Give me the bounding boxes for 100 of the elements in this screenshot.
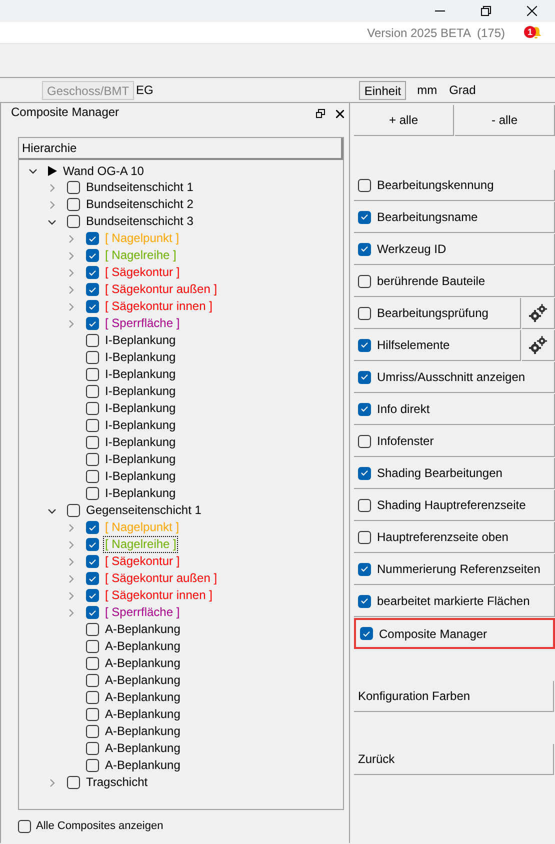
checkbox[interactable] bbox=[86, 691, 99, 704]
tree-item[interactable]: A-Beplankung bbox=[103, 706, 182, 723]
checkbox[interactable] bbox=[86, 300, 99, 313]
option-toggle[interactable]: Nummerierung Referenzseiten bbox=[354, 554, 555, 585]
option-toggle[interactable]: Info direkt bbox=[354, 394, 555, 425]
checkbox[interactable] bbox=[86, 759, 99, 772]
option-toggle[interactable]: Werkzeug ID bbox=[354, 234, 555, 265]
option-toggle[interactable]: Bearbeitungsprüfung bbox=[354, 298, 521, 329]
tree-item[interactable]: A-Beplankung bbox=[103, 621, 182, 638]
checkbox[interactable] bbox=[358, 402, 371, 416]
checkbox[interactable] bbox=[358, 434, 371, 448]
checkbox[interactable] bbox=[86, 317, 99, 330]
checkbox[interactable] bbox=[358, 562, 371, 576]
checkbox[interactable] bbox=[86, 487, 99, 500]
tree-item[interactable]: Wand OG-A 10 bbox=[63, 162, 144, 180]
option-toggle[interactable]: Umriss/Ausschnitt anzeigen bbox=[354, 362, 555, 393]
checkbox[interactable] bbox=[358, 210, 371, 224]
checkbox[interactable] bbox=[358, 370, 371, 384]
tree-item[interactable]: I-Beplankung bbox=[103, 383, 178, 400]
checkbox[interactable] bbox=[358, 338, 371, 352]
tree-item[interactable]: A-Beplankung bbox=[103, 689, 182, 706]
tree-item[interactable]: [ Sperrfläche ] bbox=[103, 604, 182, 621]
checkbox[interactable] bbox=[86, 232, 99, 245]
tree-item[interactable]: [ Sägekontur innen ] bbox=[103, 298, 214, 315]
option-toggle[interactable]: bearbeitet markierte Flächen bbox=[354, 586, 555, 617]
option-toggle[interactable]: Shading Bearbeitungen bbox=[354, 458, 555, 489]
deselect-all-button[interactable]: - alle bbox=[455, 105, 555, 136]
checkbox[interactable] bbox=[18, 820, 31, 833]
checkbox[interactable] bbox=[67, 181, 80, 194]
tree-item[interactable]: [ Sägekontur außen ] bbox=[103, 570, 220, 587]
checkbox[interactable] bbox=[86, 555, 99, 568]
back-button[interactable]: Zurück bbox=[354, 744, 554, 775]
collapse-chevron-icon[interactable] bbox=[29, 166, 37, 174]
checkbox[interactable] bbox=[86, 589, 99, 602]
tree-item[interactable]: A-Beplankung bbox=[103, 757, 182, 774]
tree-item[interactable]: I-Beplankung bbox=[103, 468, 178, 485]
tree-item[interactable]: [ Sägekontur ] bbox=[103, 553, 182, 570]
maximize-icon[interactable] bbox=[481, 6, 491, 16]
checkbox[interactable] bbox=[86, 266, 99, 279]
checkbox-label[interactable]: Alle Composites anzeigen bbox=[36, 818, 164, 834]
restore-icon[interactable] bbox=[316, 109, 325, 118]
checkbox[interactable] bbox=[358, 466, 371, 480]
checkbox[interactable] bbox=[86, 674, 99, 687]
collapse-chevron-icon[interactable] bbox=[48, 218, 56, 226]
checkbox[interactable] bbox=[67, 215, 80, 228]
checkbox[interactable] bbox=[86, 402, 99, 415]
checkbox[interactable] bbox=[86, 640, 99, 653]
tree-item[interactable]: A-Beplankung bbox=[103, 723, 182, 740]
checkbox[interactable] bbox=[358, 306, 371, 320]
tree-item[interactable]: [ Sägekontur innen ] bbox=[103, 587, 214, 604]
checkbox[interactable] bbox=[358, 498, 371, 512]
checkbox[interactable] bbox=[67, 504, 80, 517]
tree-item[interactable]: I-Beplankung bbox=[103, 349, 178, 366]
option-toggle[interactable]: Composite Manager bbox=[354, 618, 555, 649]
checkbox[interactable] bbox=[86, 708, 99, 721]
checkbox[interactable] bbox=[358, 594, 371, 608]
tree-item[interactable]: [ Sägekontur ] bbox=[103, 264, 182, 281]
option-toggle[interactable]: Bearbeitungsname bbox=[354, 202, 555, 233]
checkbox[interactable] bbox=[86, 385, 99, 398]
checkbox[interactable] bbox=[86, 419, 99, 432]
tree-item[interactable]: I-Beplankung bbox=[103, 400, 178, 417]
checkbox[interactable] bbox=[67, 198, 80, 211]
checkbox[interactable] bbox=[86, 351, 99, 364]
checkbox[interactable] bbox=[86, 470, 99, 483]
checkbox[interactable] bbox=[86, 368, 99, 381]
tree-item[interactable]: I-Beplankung bbox=[103, 434, 178, 451]
checkbox[interactable] bbox=[358, 274, 371, 288]
select-all-button[interactable]: + alle bbox=[354, 105, 454, 136]
checkbox[interactable] bbox=[358, 178, 371, 192]
tree-item[interactable]: [ Sperrfläche ] bbox=[103, 315, 182, 332]
tree-item[interactable]: Bundseitenschicht 1 bbox=[84, 179, 196, 196]
settings-button[interactable] bbox=[522, 298, 555, 329]
tree-item[interactable]: I-Beplankung bbox=[103, 417, 178, 434]
checkbox[interactable] bbox=[358, 530, 371, 544]
checkbox[interactable] bbox=[86, 249, 99, 262]
tree-item[interactable]: I-Beplankung bbox=[103, 485, 178, 502]
tree-item[interactable]: A-Beplankung bbox=[103, 672, 182, 689]
checkbox[interactable] bbox=[86, 742, 99, 755]
checkbox[interactable] bbox=[86, 521, 99, 534]
tree-item[interactable]: I-Beplankung bbox=[103, 451, 178, 468]
option-toggle[interactable]: Bearbeitungskennung bbox=[354, 170, 555, 201]
option-toggle[interactable]: Infofenster bbox=[354, 426, 555, 457]
tree-item[interactable]: Bundseitenschicht 2 bbox=[84, 196, 196, 213]
collapse-chevron-icon[interactable] bbox=[48, 506, 56, 514]
tree-item[interactable]: I-Beplankung bbox=[103, 366, 178, 383]
tree-item[interactable]: Gegenseitenschicht 1 bbox=[84, 502, 204, 519]
tree-item[interactable]: A-Beplankung bbox=[103, 638, 182, 655]
checkbox[interactable] bbox=[86, 453, 99, 466]
checkbox[interactable] bbox=[86, 606, 99, 619]
option-toggle[interactable]: berührende Bauteile bbox=[354, 266, 555, 297]
color-config-button[interactable]: Konfiguration Farben bbox=[354, 681, 554, 712]
tree-item[interactable]: Tragschicht bbox=[84, 774, 150, 791]
checkbox[interactable] bbox=[86, 538, 99, 551]
close-icon[interactable] bbox=[336, 110, 344, 118]
checkbox[interactable] bbox=[86, 283, 99, 296]
checkbox[interactable] bbox=[86, 725, 99, 738]
close-icon[interactable] bbox=[527, 6, 537, 16]
option-toggle[interactable]: Shading Hauptreferenzseite bbox=[354, 490, 555, 521]
checkbox[interactable] bbox=[360, 627, 373, 640]
checkbox[interactable] bbox=[86, 657, 99, 670]
